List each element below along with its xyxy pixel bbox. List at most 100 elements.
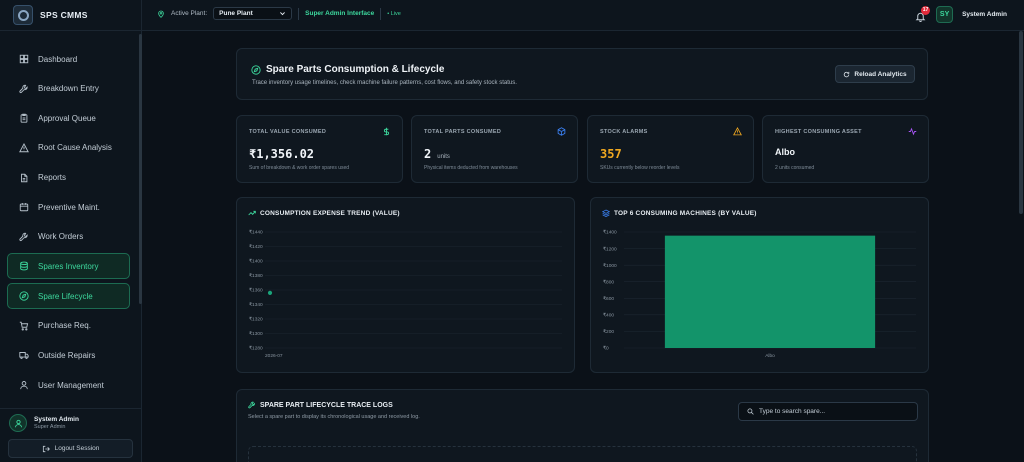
spare-search-input[interactable]: [759, 408, 909, 415]
x-tick-label: 2026-07: [265, 353, 283, 359]
wrench-icon: [19, 84, 28, 93]
user-icon: [20, 381, 28, 390]
truck-icon: [19, 352, 29, 360]
y-tick-label: ₹1200: [603, 246, 617, 252]
sidebar-item-work-orders[interactable]: Work Orders: [7, 224, 130, 250]
kpi-label: STOCK ALARMS: [600, 129, 648, 135]
compass-icon: [19, 291, 29, 301]
sidebar-item-label: User Management: [38, 380, 104, 390]
logout-button[interactable]: Logout Session: [8, 439, 133, 458]
sidebar-item-approval-queue[interactable]: Approval Queue: [7, 105, 130, 131]
kpi-unit: units: [437, 154, 450, 160]
app-name: SPS CMMS: [40, 10, 88, 20]
trend-chart: ₹1440 ₹1420 ₹1400 ₹1380 ₹1360 ₹1340 ₹1320 ₹1300…: [249, 230, 562, 359]
sidebar: SPS CMMS Dashboard Breakdown Entry Approva…: [0, 0, 142, 462]
sidebar-item-label: Outside Repairs: [38, 350, 96, 360]
warning-triangle-icon: [19, 142, 29, 153]
sidebar-nav: Dashboard Breakdown Entry Approval Queue Ro…: [7, 46, 130, 402]
trend-chart-card: CONSUMPTION EXPENSE TREND (VALUE) ₹1440 ₹…: [236, 197, 575, 373]
reload-label: Reload Analytics: [854, 70, 907, 78]
sidebar-item-reports[interactable]: Reports: [7, 165, 130, 191]
y-tick-label: ₹1400: [603, 230, 617, 236]
page-header-card: Spare Parts Consumption & Lifecycle Trac…: [236, 48, 928, 100]
sidebar-item-label: Approval Queue: [38, 113, 96, 123]
kpi-note: Physical items deducted from warehouses: [424, 165, 518, 171]
compass-icon: [251, 64, 261, 75]
sidebar-item-outside-repairs[interactable]: Outside Repairs: [7, 342, 130, 368]
sidebar-item-root-cause-analysis[interactable]: Root Cause Analysis: [7, 135, 130, 161]
wrench-icon: [19, 232, 28, 241]
sidebar-item-user-management[interactable]: User Management: [7, 372, 130, 398]
sidebar-item-label: Reports: [38, 173, 67, 183]
sidebar-item-label: Work Orders: [38, 232, 84, 242]
y-tick-label: ₹1300: [249, 331, 263, 337]
user-avatar-icon: [9, 414, 27, 432]
page-subtitle: Trace inventory usage timelines, check m…: [252, 80, 517, 86]
sidebar-user: System Admin Super Admin: [9, 414, 79, 432]
calendar-icon: [19, 203, 29, 212]
live-indicator: • Live: [387, 10, 401, 17]
y-tick-label: ₹1420: [249, 244, 263, 250]
sidebar-item-label: Breakdown Entry: [38, 84, 99, 94]
y-tick-label: ₹200: [603, 329, 614, 335]
kpi-value-text: Albo: [775, 147, 795, 157]
notifications-button[interactable]: 17: [915, 5, 931, 22]
x-tick-label: Albo: [765, 353, 775, 359]
y-tick-label: ₹1320: [249, 317, 263, 323]
warning-icon: [733, 127, 742, 136]
sidebar-item-preventive-maint[interactable]: Preventive Maint.: [7, 194, 130, 220]
kpi-card-highest-asset: HIGHEST CONSUMING ASSET Albo 2 units con…: [762, 115, 929, 183]
sidebar-user-role: Super Admin: [34, 424, 66, 430]
brand[interactable]: SPS CMMS: [0, 0, 141, 31]
kpi-value-text: 2: [424, 147, 432, 161]
sidebar-footer: System Admin Super Admin Logout Session: [0, 408, 142, 462]
spare-search-field[interactable]: [738, 402, 918, 421]
notification-badge: 17: [921, 5, 931, 15]
y-tick-label: ₹400: [603, 313, 614, 319]
rupee-icon: [384, 127, 389, 136]
kpi-label: TOTAL PARTS CONSUMED: [424, 129, 502, 135]
topbar-user-name: System Admin: [962, 11, 1007, 18]
sidebar-scrollbar[interactable]: [139, 34, 142, 304]
sidebar-item-spares-inventory[interactable]: Spares Inventory: [7, 253, 130, 280]
user-avatar[interactable]: SY: [936, 6, 954, 23]
plant-select[interactable]: Pune Plant: [213, 7, 293, 20]
chevron-down-icon: [280, 12, 286, 16]
main-scrollbar[interactable]: [1019, 31, 1023, 214]
y-tick-label: ₹1380: [249, 273, 263, 279]
wrench-icon: [248, 401, 255, 409]
sidebar-item-label: Preventive Maint.: [38, 202, 100, 212]
kpi-note: SKUs currently below reorder levels: [600, 165, 680, 171]
sidebar-item-spare-lifecycle[interactable]: Spare Lifecycle: [7, 283, 130, 310]
machines-chart: ₹1400 ₹1200 ₹1000 ₹800 ₹600 ₹400 ₹200 ₹0 Albo: [603, 230, 916, 359]
y-tick-label: ₹800: [603, 279, 614, 285]
plant-label: Active Plant:: [171, 10, 208, 17]
y-tick-label: ₹1440: [249, 230, 263, 236]
sidebar-item-purchase-req[interactable]: Purchase Req.: [7, 313, 130, 339]
kpi-card-total-parts: TOTAL PARTS CONSUMED 2 units Physical ite…: [411, 115, 578, 183]
cart-icon: [19, 321, 29, 331]
top-bar: Active Plant: Pune Plant Super Admin Int…: [142, 0, 1024, 31]
dashboard-icon: [19, 54, 29, 64]
data-point: [267, 290, 273, 295]
kpi-note: Sum of breakdown & work order spares use…: [249, 165, 350, 171]
kpi-card-total-value: TOTAL VALUE CONSUMED ₹1,356.02 Sum of br…: [236, 115, 403, 183]
sidebar-item-label: Spare Lifecycle: [38, 291, 93, 301]
sidebar-item-label: Root Cause Analysis: [38, 143, 112, 153]
y-tick-label: ₹1360: [249, 288, 263, 294]
sidebar-user-name: System Admin: [34, 416, 79, 423]
trace-log-panel: [248, 446, 917, 462]
sidebar-item-dashboard[interactable]: Dashboard: [7, 46, 130, 72]
trace-subtitle: Select a spare part to display its chron…: [248, 414, 420, 420]
sidebar-item-breakdown-entry[interactable]: Breakdown Entry: [7, 76, 130, 102]
y-tick-label: ₹0: [603, 346, 609, 352]
logout-label: Logout Session: [54, 445, 100, 452]
search-icon: [747, 408, 754, 415]
cube-icon: [557, 127, 566, 136]
page-title: Spare Parts Consumption & Lifecycle: [266, 64, 445, 75]
y-tick-label: ₹1400: [249, 259, 263, 265]
kpi-value: Albo: [775, 147, 795, 157]
kpi-note: 2 units consumed: [775, 165, 815, 171]
reload-analytics-button[interactable]: Reload Analytics: [835, 65, 915, 83]
divider: [380, 7, 382, 20]
